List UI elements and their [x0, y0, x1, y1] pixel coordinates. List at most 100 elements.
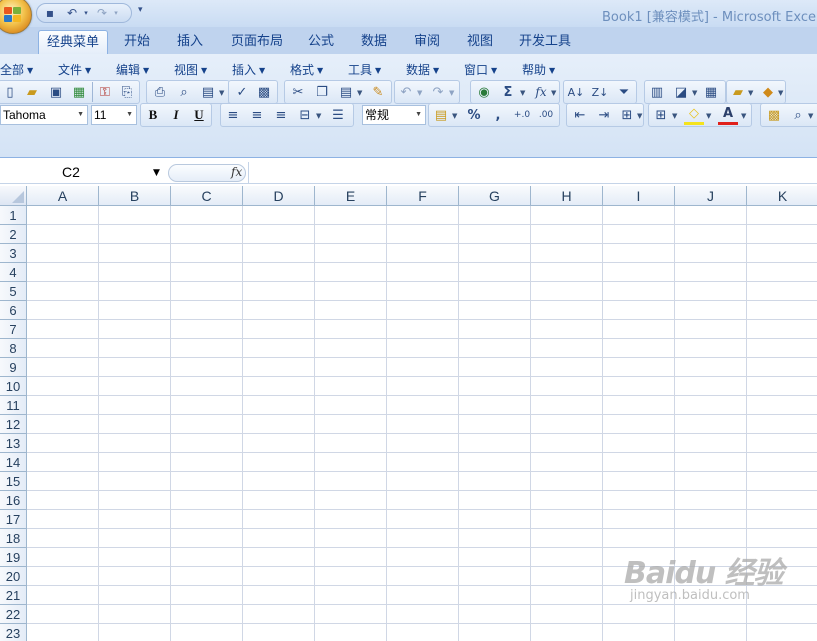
shapes-icon[interactable]: ◪: [671, 82, 691, 102]
column-header-g[interactable]: G: [459, 186, 531, 206]
find-icon[interactable]: ⌕: [788, 105, 808, 125]
column-header-h[interactable]: H: [531, 186, 603, 206]
row-header-11[interactable]: 11: [0, 396, 27, 415]
percent-button[interactable]: %: [464, 105, 484, 125]
chart-icon[interactable]: ▥: [647, 82, 667, 102]
customize-qat-icon[interactable]: ▾: [138, 5, 143, 15]
cut-icon[interactable]: ✂: [288, 82, 308, 102]
increase-indent-icon[interactable]: ⇥: [594, 105, 614, 125]
permission-icon[interactable]: ⚿: [95, 82, 115, 102]
new-document-icon[interactable]: ▯: [0, 82, 20, 102]
undo-icon[interactable]: ↶: [65, 7, 79, 20]
column-header-b[interactable]: B: [99, 186, 171, 206]
align-center-icon[interactable]: ≡: [247, 105, 267, 125]
save-icon[interactable]: ▣: [46, 82, 66, 102]
row-header-2[interactable]: 2: [0, 225, 27, 244]
tab-classic-menu[interactable]: 经典菜单: [38, 30, 108, 54]
row-header-20[interactable]: 20: [0, 567, 27, 586]
row-header-12[interactable]: 12: [0, 415, 27, 434]
paste-dropdown-icon[interactable]: ▼: [357, 89, 362, 97]
column-header-i[interactable]: I: [603, 186, 675, 206]
undo-icon[interactable]: ↶: [396, 82, 416, 102]
column-header-j[interactable]: J: [675, 186, 747, 206]
row-header-17[interactable]: 17: [0, 510, 27, 529]
column-header-d[interactable]: D: [243, 186, 315, 206]
italic-button[interactable]: I: [166, 105, 186, 125]
formula-input[interactable]: [248, 162, 817, 183]
function-dropdown-icon[interactable]: ▼: [551, 89, 556, 97]
font-color-dropdown-icon[interactable]: ▼: [741, 112, 746, 120]
row-header-19[interactable]: 19: [0, 548, 27, 567]
merge-center-icon[interactable]: ⊟: [295, 105, 315, 125]
column-header-k[interactable]: K: [747, 186, 817, 206]
tab-home[interactable]: 开始: [114, 30, 160, 54]
autosum-dropdown-icon[interactable]: ▼: [520, 89, 525, 97]
sort-ascending-icon[interactable]: A↓: [566, 82, 586, 102]
redo-icon[interactable]: ↷: [428, 82, 448, 102]
menu-view[interactable]: 视图 ▼: [174, 61, 207, 78]
row-header-14[interactable]: 14: [0, 453, 27, 472]
cell-style-icon[interactable]: ⊞: [617, 105, 637, 125]
menu-window[interactable]: 窗口 ▼: [464, 61, 497, 78]
folder-icon[interactable]: ▰: [728, 82, 748, 102]
table-icon[interactable]: ▦: [701, 82, 721, 102]
redo-icon[interactable]: ↷: [95, 7, 109, 20]
underline-button[interactable]: U: [189, 105, 209, 125]
row-header-1[interactable]: 1: [0, 206, 27, 225]
row-header-13[interactable]: 13: [0, 434, 27, 453]
undo-dropdown-icon[interactable]: ▼: [417, 89, 422, 97]
styles-icon[interactable]: ▩: [764, 105, 784, 125]
hyperlink-icon[interactable]: ◉: [474, 82, 494, 102]
number-format-select[interactable]: 常规 ▼: [362, 105, 426, 125]
borders-dropdown-icon[interactable]: ▼: [672, 112, 677, 120]
name-box-dropdown-icon[interactable]: ▼: [153, 163, 160, 183]
row-header-3[interactable]: 3: [0, 244, 27, 263]
tab-developer[interactable]: 开发工具: [512, 30, 578, 54]
menu-insert[interactable]: 插入 ▼: [232, 61, 265, 78]
name-box[interactable]: C2 ▼: [0, 162, 165, 183]
tab-page-layout[interactable]: 页面布局: [226, 30, 288, 54]
research-dropdown-icon[interactable]: ▼: [219, 89, 224, 97]
row-header-10[interactable]: 10: [0, 377, 27, 396]
merge-dropdown-icon[interactable]: ▼: [316, 112, 321, 120]
currency-icon[interactable]: ▤: [431, 105, 451, 125]
menu-data[interactable]: 数据 ▼: [406, 61, 439, 78]
row-header-6[interactable]: 6: [0, 301, 27, 320]
font-name-select[interactable]: Tahoma ▼: [0, 105, 88, 125]
row-header-16[interactable]: 16: [0, 491, 27, 510]
bold-button[interactable]: B: [143, 105, 163, 125]
column-header-f[interactable]: F: [387, 186, 459, 206]
menu-all[interactable]: 全部 ▼: [0, 61, 33, 78]
decrease-indent-icon[interactable]: ⇤: [570, 105, 590, 125]
select-all-button[interactable]: [0, 186, 27, 206]
row-header-9[interactable]: 9: [0, 358, 27, 377]
row-header-15[interactable]: 15: [0, 472, 27, 491]
decrease-decimal-icon[interactable]: .00: [536, 105, 556, 125]
save-icon[interactable]: ▪: [43, 7, 57, 20]
diamond-dropdown-icon[interactable]: ▼: [778, 89, 783, 97]
font-color-icon[interactable]: A: [718, 105, 738, 125]
spelling-icon[interactable]: ✓: [232, 82, 252, 102]
open-folder-icon[interactable]: ▰: [22, 82, 42, 102]
tab-insert[interactable]: 插入: [167, 30, 213, 54]
insert-function-fx-icon[interactable]: fx: [231, 165, 242, 179]
menu-edit[interactable]: 编辑 ▼: [116, 61, 149, 78]
diamond-icon[interactable]: ◆: [758, 82, 778, 102]
align-right-icon[interactable]: ≡: [271, 105, 291, 125]
wrap-text-icon[interactable]: ☰: [328, 105, 348, 125]
paste-icon[interactable]: ▤: [336, 82, 356, 102]
column-header-a[interactable]: A: [27, 186, 99, 206]
tab-data[interactable]: 数据: [351, 30, 397, 54]
redo-dropdown-icon[interactable]: ▼: [449, 89, 454, 97]
research-icon[interactable]: ▤: [198, 82, 218, 102]
print-icon[interactable]: ⎙: [150, 82, 170, 102]
currency-dropdown-icon[interactable]: ▼: [452, 112, 457, 120]
copy-icon[interactable]: ❐: [312, 82, 332, 102]
insert-function-icon[interactable]: fx: [531, 82, 551, 102]
cell-style-dropdown-icon[interactable]: ▼: [637, 112, 642, 120]
align-left-icon[interactable]: ≡: [223, 105, 243, 125]
shapes-dropdown-icon[interactable]: ▼: [692, 89, 697, 97]
autosum-icon[interactable]: Σ: [498, 82, 518, 102]
row-header-5[interactable]: 5: [0, 282, 27, 301]
fill-color-dropdown-icon[interactable]: ▼: [706, 112, 711, 120]
